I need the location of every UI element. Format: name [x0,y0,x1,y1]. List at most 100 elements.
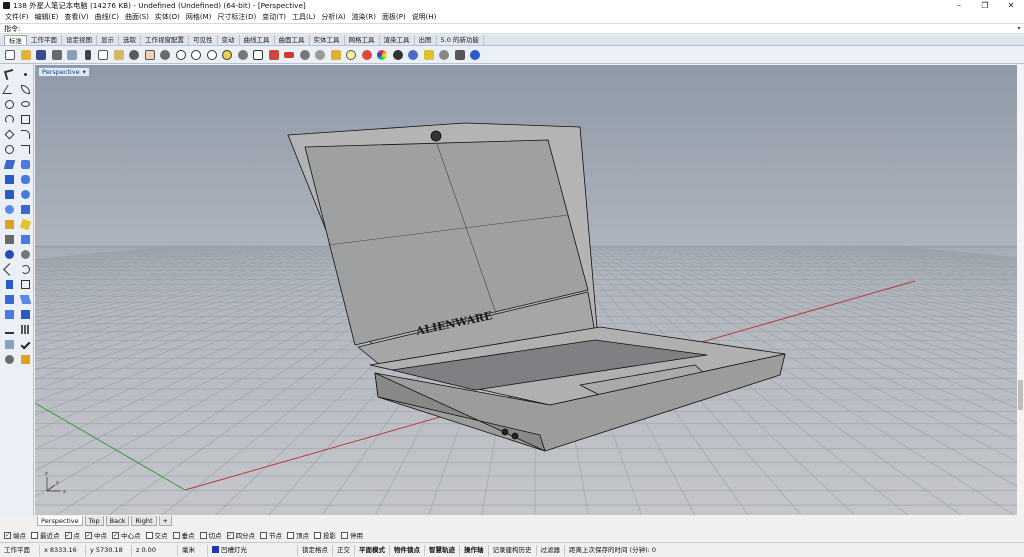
lock-icon[interactable] [329,48,343,62]
hide-icon[interactable] [298,48,312,62]
set-cplane-icon[interactable] [267,48,281,62]
zoom-selected-icon[interactable] [220,48,234,62]
toggle-grid-snap[interactable]: 锁定格点 [298,544,333,556]
cylinder-icon[interactable] [18,172,33,186]
osnap-mid[interactable]: ✓ 中点 [85,530,107,540]
open-icon[interactable] [19,48,33,62]
fillet-curve-icon[interactable] [18,127,33,141]
analyze-icon[interactable] [2,352,17,366]
tab-solid-tools[interactable]: 实体工具 [310,35,345,45]
close-button[interactable]: ✕ [998,0,1024,11]
osnap-intersection-checkbox[interactable] [145,531,153,539]
print-icon[interactable] [50,48,64,62]
menu-panels[interactable]: 面板(P) [379,12,409,22]
arc-icon[interactable] [2,112,17,126]
join-icon[interactable] [18,232,33,246]
osnap-vertex[interactable]: 顶点 [287,530,309,540]
tab-drafting[interactable]: 出图 [415,35,437,45]
rectangle-icon[interactable] [18,112,33,126]
tab-select[interactable]: 选取 [119,35,141,45]
viewport-title[interactable]: Perspective ▾ [38,67,90,77]
scale-icon[interactable] [18,277,33,291]
menu-surface[interactable]: 曲面(S) [122,12,152,22]
osnap-center[interactable]: ✓ 中心点 [112,530,141,540]
offset-icon[interactable] [2,142,17,156]
menu-solid[interactable]: 实体(O) [152,12,183,22]
tab-curve-tools[interactable]: 曲线工具 [240,35,275,45]
osnap-vertex-checkbox[interactable] [287,531,294,539]
tab-right[interactable]: Right [131,516,157,526]
polygon-icon[interactable] [2,127,17,141]
tab-set-view[interactable]: 设定视图 [62,35,97,45]
paint-icon[interactable] [18,352,33,366]
osnap-perp[interactable]: 垂点 [172,530,195,540]
undo-icon[interactable] [127,48,141,62]
osnap-point[interactable]: ✓ 点 [64,530,80,540]
tab-back[interactable]: Back [105,516,130,526]
mesh-icon[interactable] [18,217,33,231]
sphere-icon[interactable] [391,48,405,62]
render-icon[interactable] [375,48,389,62]
dimension-tool-icon[interactable] [2,322,17,336]
lock-object-icon[interactable] [2,337,17,351]
add-viewport-tab[interactable]: + [158,516,172,526]
command-history-dropdown[interactable]: ▾ [1014,25,1024,32]
tab-cplanes[interactable]: 工作平面 [27,35,62,45]
menu-edit[interactable]: 编辑(E) [32,12,62,22]
explode-icon[interactable] [2,247,17,261]
help-icon[interactable] [468,48,482,62]
toggle-ortho[interactable]: 正交 [333,544,355,556]
box-icon[interactable] [2,172,17,186]
grid-array-icon[interactable] [18,322,33,336]
split-icon[interactable] [2,232,17,246]
tab-surface-tools[interactable]: 曲面工具 [275,35,310,45]
menu-help[interactable]: 说明(H) [409,12,440,22]
menu-transform[interactable]: 变动(T) [259,12,289,22]
shell-icon[interactable] [2,217,17,231]
material-icon[interactable] [360,48,374,62]
car-icon[interactable] [282,48,296,62]
undo-view-icon[interactable] [236,48,250,62]
toggle-filter[interactable]: 过滤器 [537,544,565,556]
toggle-osnap[interactable]: 物件锁点 [390,544,425,556]
osnap-project-checkbox[interactable] [314,531,321,539]
new-icon[interactable] [3,48,17,62]
paste-icon[interactable] [112,48,126,62]
select-icon[interactable] [2,67,17,81]
menu-view[interactable]: 查看(V) [61,12,91,22]
trim-curve-icon[interactable] [18,142,33,156]
osnap-quad[interactable]: ✓ 四分点 [226,530,255,540]
osnap-end-checkbox[interactable]: ✓ [4,531,11,539]
ellipse-icon[interactable] [18,97,33,111]
osnap-knot-checkbox[interactable] [260,531,267,539]
toggle-history[interactable]: 记录建构历史 [489,544,537,556]
array-icon[interactable] [2,292,17,306]
four-view-icon[interactable] [251,48,265,62]
menu-tools[interactable]: 工具(L) [289,12,318,22]
viewport-menu-icon[interactable]: ▾ [83,68,86,76]
extrude-icon[interactable] [2,187,17,201]
tab-viewport-layout[interactable]: 工作视窗配置 [141,35,189,45]
options-icon[interactable] [437,48,451,62]
sphere-solid-icon[interactable] [18,187,33,201]
text-icon[interactable] [2,277,17,291]
tab-display[interactable]: 显示 [97,35,119,45]
osnap-mid-checkbox[interactable]: ✓ [85,531,92,539]
grid-snap-icon[interactable] [453,48,467,62]
zoom-icon[interactable] [174,48,188,62]
toggle-smarttrack[interactable]: 智慧轨迹 [425,544,460,556]
osnap-quad-checkbox[interactable]: ✓ [226,531,234,539]
polyline-icon[interactable] [2,82,17,96]
menu-analyze[interactable]: 分析(A) [318,12,348,22]
osnap-project[interactable]: 投影 [314,530,336,540]
copy-icon[interactable] [96,48,110,62]
dimension-icon[interactable] [422,48,436,62]
osnap-tangent-checkbox[interactable] [199,531,207,539]
viewport-scrollbar[interactable] [1017,65,1024,515]
tab-standard[interactable]: 标准 [4,35,27,45]
object-properties-icon[interactable] [406,48,420,62]
show-icon[interactable] [313,48,327,62]
osnap-point-checkbox[interactable]: ✓ [64,531,72,539]
osnap-near[interactable]: 最近点 [31,530,60,540]
surface-icon[interactable] [2,157,17,171]
